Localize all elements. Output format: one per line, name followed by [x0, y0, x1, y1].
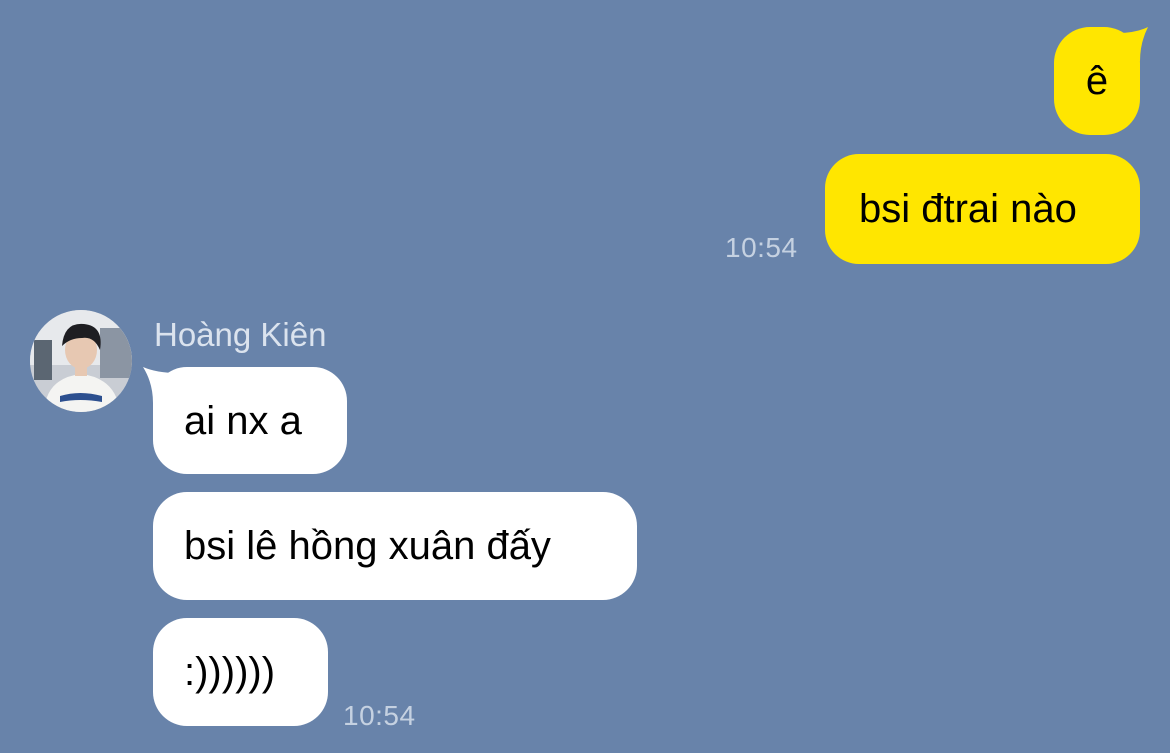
outgoing-message-text: ê [1085, 59, 1109, 103]
incoming-message-time: 10:54 [343, 700, 416, 731]
contact-avatar[interactable] [30, 310, 132, 412]
incoming-message-text: bsi lê hồng xuân đấy [184, 524, 551, 568]
contact-name: Hoàng Kiên [154, 316, 327, 353]
chat-message-area[interactable]: ê bsi đtrai nào 10:54 Hoàng Kiên ai nx a… [0, 0, 1170, 753]
incoming-message-bubble[interactable]: ai nx a [153, 367, 347, 474]
outgoing-message-text: bsi đtrai nào [859, 187, 1077, 231]
incoming-message-bubble[interactable]: bsi lê hồng xuân đấy [153, 492, 637, 600]
incoming-message-text: :)))))) [184, 650, 276, 694]
incoming-message-bubble[interactable]: :)))))) [153, 618, 328, 726]
outgoing-message-bubble[interactable]: ê [1054, 27, 1140, 135]
incoming-message-text: ai nx a [184, 398, 302, 443]
outgoing-message-time: 10:54 [725, 232, 798, 263]
outgoing-message-bubble[interactable]: bsi đtrai nào [825, 154, 1140, 264]
profile-photo-icon [30, 310, 132, 412]
